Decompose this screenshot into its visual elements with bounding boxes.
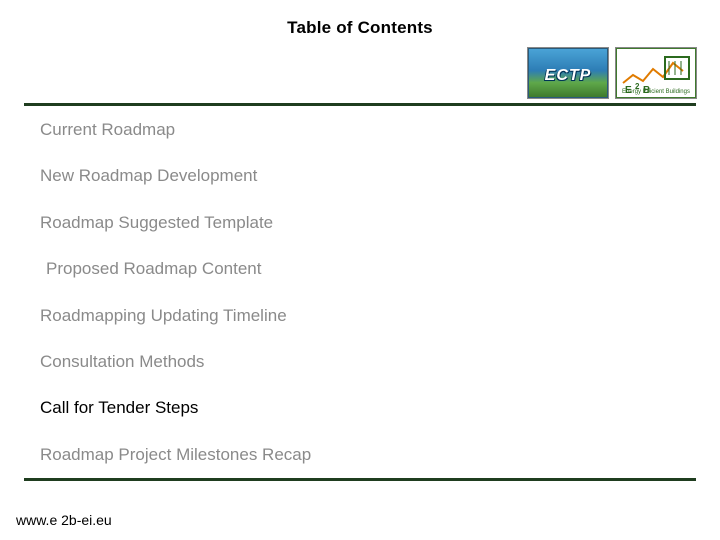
toc-item[interactable]: New Roadmap Development [40,166,680,186]
page-title: Table of Contents [0,18,720,38]
toc-item[interactable]: Roadmap Project Milestones Recap [40,445,680,465]
toc-item[interactable]: Roadmapping Updating Timeline [40,306,680,326]
toc-item[interactable]: Current Roadmap [40,120,680,140]
logo-e2b-box: E 2 B Energy Efficient Buildings [616,48,696,98]
logo-ectp-box: ECTP [528,48,608,98]
footer-url: www.e 2b-ei.eu [16,512,112,528]
toc-list: Current Roadmap New Roadmap Development … [40,120,680,491]
logo-bar: ECTP E 2 B Energy Efficient Buildings [528,48,696,98]
ectp-logo: ECTP [528,48,608,98]
toc-item[interactable]: Proposed Roadmap Content [46,259,680,279]
e2b-logo-caption: Energy Efficient Buildings [617,89,695,95]
ectp-logo-text: ECTP [529,67,607,85]
divider-top [24,103,696,106]
e2b-logo: E 2 B Energy Efficient Buildings [616,48,696,98]
toc-item-active[interactable]: Call for Tender Steps [40,398,680,418]
toc-item[interactable]: Consultation Methods [40,352,680,372]
toc-item[interactable]: Roadmap Suggested Template [40,213,680,233]
divider-bottom [24,478,696,481]
